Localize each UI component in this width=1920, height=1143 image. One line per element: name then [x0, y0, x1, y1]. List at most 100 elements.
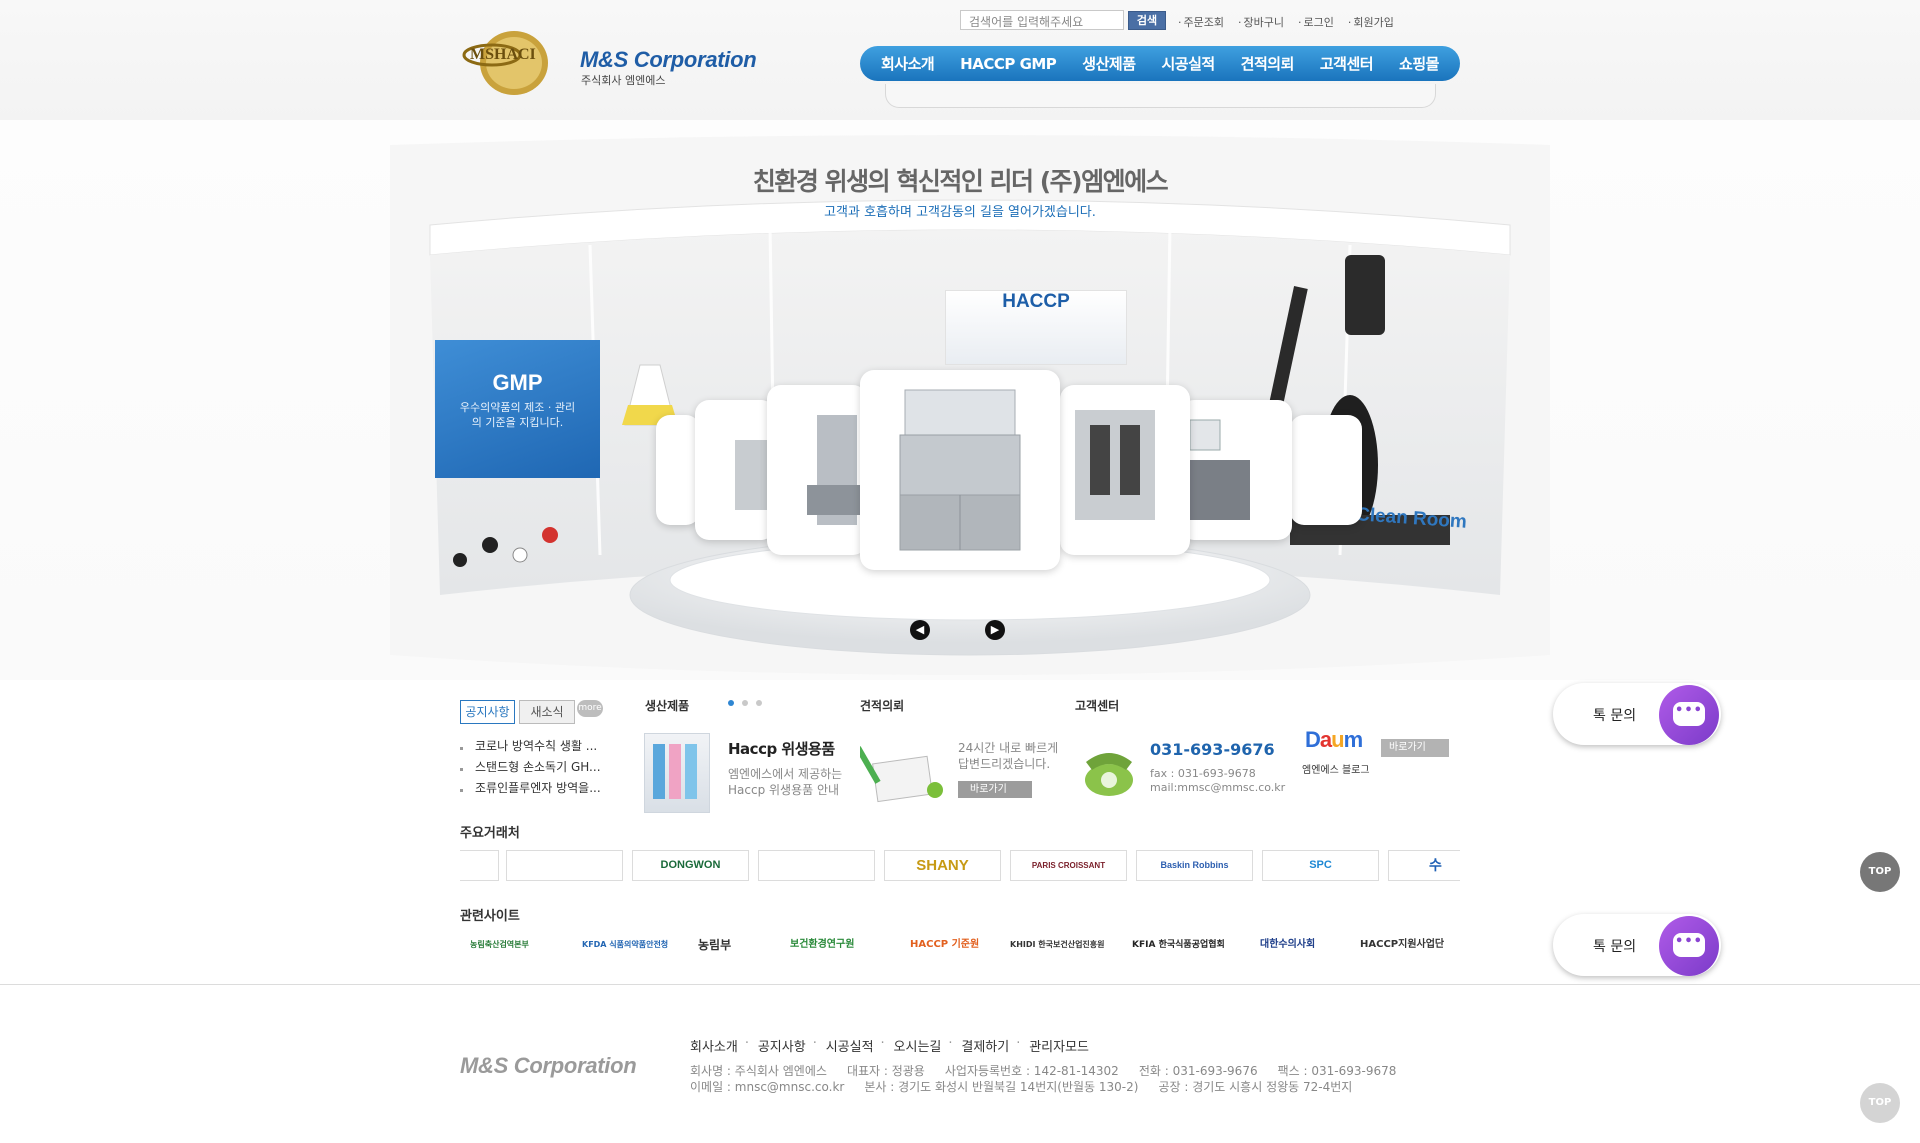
related-site-link[interactable]: KFDA 식품의약품안전청: [582, 932, 668, 958]
scroll-top-button[interactable]: TOP: [1860, 852, 1900, 892]
notice-item[interactable]: 조류인플루엔자 방역을...: [460, 778, 620, 799]
chat-inquiry-button[interactable]: 톡 문의: [1553, 914, 1721, 976]
pager-dot[interactable]: [742, 700, 748, 706]
notice-item[interactable]: 스탠드형 손소독기 GH...: [460, 757, 620, 778]
search-input[interactable]: 검색어를 입력해주세요: [960, 10, 1124, 30]
footer-company-info: 회사명 : 주식회사 엠엔에스 대표자 : 정광용 사업자등록번호 : 142-…: [690, 1062, 1396, 1079]
support-fax: fax : 031-693-9678: [1150, 767, 1256, 780]
client-logo[interactable]: [460, 850, 499, 881]
chevron-left-icon: ◀: [915, 623, 925, 636]
footer-link[interactable]: 공지사항: [745, 1036, 816, 1055]
carousel-card[interactable]: [656, 415, 700, 525]
client-logo[interactable]: Baskin Robbins: [1136, 850, 1253, 881]
tab-notice[interactable]: 공지사항: [460, 700, 515, 724]
client-logo[interactable]: SHANY: [884, 850, 1001, 881]
quote-title: 견적의뢰: [860, 699, 905, 713]
footer-link[interactable]: 오시는길: [881, 1036, 952, 1055]
nav-item-shop[interactable]: 쇼핑몰: [1399, 53, 1439, 74]
daum-logo[interactable]: Daum: [1305, 727, 1363, 753]
footer-factory: 공장 : 경기도 시흥시 정왕동 72-4번지: [1158, 1080, 1353, 1094]
carousel-card[interactable]: [695, 400, 775, 540]
related-sites-title: 관련사이트: [460, 909, 520, 924]
utility-nav: 주문조회 장바구니 로그인 회원가입: [1178, 14, 1394, 30]
util-link-login[interactable]: 로그인: [1298, 14, 1333, 30]
nav-item-company[interactable]: 회사소개: [881, 53, 935, 74]
chevron-right-icon: ▶: [990, 623, 1000, 636]
related-site-link[interactable]: 보건환경연구원: [790, 932, 854, 958]
related-site-link[interactable]: HACCP 기준원: [910, 932, 979, 958]
util-link-order[interactable]: 주문조회: [1178, 14, 1224, 30]
carousel-card[interactable]: [1180, 400, 1292, 540]
chat-label: 톡 문의: [1593, 939, 1637, 955]
footer-fax: 팩스 : 031-693-9678: [1277, 1064, 1397, 1078]
product-headline[interactable]: Haccp 위생용품: [728, 738, 835, 759]
related-site-link[interactable]: HACCP지원사업단: [1360, 932, 1444, 958]
footer-link[interactable]: 결제하기: [948, 1036, 1019, 1055]
client-logo[interactable]: [506, 850, 623, 881]
logo-emblem[interactable]: MSHACI: [462, 27, 562, 97]
client-logo[interactable]: SPC: [1262, 850, 1379, 881]
related-site-link[interactable]: 대한수의사회: [1260, 932, 1315, 958]
carousel-card[interactable]: [1060, 385, 1190, 555]
carousel-prev-button[interactable]: ◀: [910, 620, 930, 640]
client-logo[interactable]: PARIS CROISSANT: [1010, 850, 1127, 881]
util-link-cart[interactable]: 장바구니: [1238, 14, 1283, 30]
hero-subtitle: 고객과 호흡하며 고객감동의 길을 열어가겠습니다.: [824, 205, 1096, 220]
client-logo[interactable]: [758, 850, 875, 881]
footer-logo: M&S Corporation: [460, 1053, 637, 1078]
support-title: 고객센터: [1075, 699, 1120, 713]
blog-go-button[interactable]: 바로가기: [1381, 739, 1449, 757]
sub-nav-bar: [885, 84, 1436, 108]
notice-list: 코로나 방역수칙 생활 ... 스탠드형 손소독기 GH... 조류인플루엔자 …: [460, 736, 620, 799]
carousel-next-button[interactable]: ▶: [985, 620, 1005, 640]
related-site-link[interactable]: 농림부: [698, 932, 731, 958]
product-description: 엠엔에스에서 제공하는 Haccp 위생용품 안내: [728, 767, 843, 797]
pager-dot[interactable]: [728, 700, 734, 706]
scroll-top-button[interactable]: TOP: [1860, 1083, 1900, 1123]
chat-label: 톡 문의: [1593, 708, 1637, 724]
logo-text[interactable]: M&S Corporation: [580, 47, 757, 73]
footer-link[interactable]: 관리자모드: [1016, 1036, 1099, 1055]
chat-bubble-icon: [1659, 685, 1719, 745]
related-site-link[interactable]: KHIDI 한국보건산업진흥원: [1010, 932, 1105, 958]
search-button[interactable]: 검색: [1128, 11, 1166, 30]
notice-item[interactable]: 코로나 방역수칙 생활 ...: [460, 736, 620, 757]
related-site-link[interactable]: KFIA 한국식품공업협회: [1132, 932, 1225, 958]
product-image[interactable]: [644, 733, 710, 813]
nav-item-portfolio[interactable]: 시공실적: [1161, 53, 1215, 74]
footer-link[interactable]: 회사소개: [690, 1036, 748, 1055]
quote-image: [855, 735, 950, 805]
nav-item-haccp-gmp[interactable]: HACCP GMP: [960, 55, 1057, 73]
logo-subtitle: 주식회사 엠엔에스: [581, 74, 666, 87]
support-phone[interactable]: 031-693-9676: [1150, 740, 1275, 759]
footer-divider: [0, 984, 1920, 985]
svg-text:MSHACI: MSHACI: [470, 46, 536, 63]
client-logo[interactable]: 수: [1388, 850, 1460, 881]
clients-strip: DONGWON SHANY PARIS CROISSANT Baskin Rob…: [460, 850, 1460, 882]
footer-hq: 본사 : 경기도 화성시 반월북길 14번지(반월동 130-2): [864, 1080, 1139, 1094]
tab-news[interactable]: 새소식: [519, 700, 575, 724]
footer-address-info: 이메일 : mnsc@mnsc.co.kr 본사 : 경기도 화성시 반월북길 …: [690, 1078, 1352, 1095]
footer-company: 회사명 : 주식회사 엠엔에스: [690, 1064, 827, 1078]
footer-email: 이메일 : mnsc@mnsc.co.kr: [690, 1080, 845, 1094]
support-mail[interactable]: mail:mmsc@mmsc.co.kr: [1150, 781, 1285, 794]
footer-tel: 전화 : 031-693-9676: [1138, 1064, 1258, 1078]
carousel-card-active[interactable]: [860, 370, 1060, 570]
blog-label: 엠엔에스 블로그: [1302, 765, 1370, 776]
related-site-link[interactable]: 농림축산검역본부: [470, 932, 529, 958]
pager-dot[interactable]: [756, 700, 762, 706]
products-title: 생산제품: [645, 699, 690, 713]
products-pager: [728, 700, 762, 706]
nav-item-support[interactable]: 고객센터: [1320, 53, 1374, 74]
carousel-card[interactable]: [1290, 415, 1362, 525]
related-sites-strip: 농림축산검역본부 KFDA 식품의약품안전청 농림부 보건환경연구원 HACCP…: [470, 932, 1460, 958]
chat-inquiry-button[interactable]: 톡 문의: [1553, 683, 1721, 745]
client-logo[interactable]: DONGWON: [632, 850, 749, 881]
nav-item-quote[interactable]: 견적의뢰: [1241, 53, 1295, 74]
quote-go-button[interactable]: 바로가기: [958, 781, 1032, 798]
more-button[interactable]: more: [577, 700, 603, 717]
util-link-signup[interactable]: 회원가입: [1348, 14, 1393, 30]
nav-item-products[interactable]: 생산제품: [1082, 53, 1136, 74]
carousel-card[interactable]: [767, 385, 867, 555]
footer-link[interactable]: 시공실적: [813, 1036, 884, 1055]
